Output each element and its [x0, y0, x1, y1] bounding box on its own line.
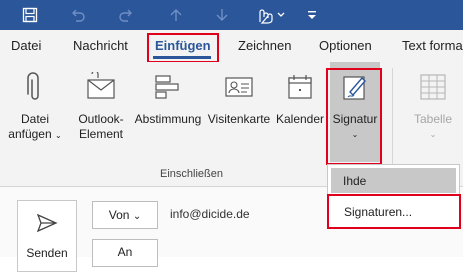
- send-icon: [36, 213, 58, 236]
- table-label: Tabelle ⌄: [404, 112, 462, 142]
- paperclip-icon: [26, 72, 44, 107]
- chevron-down-icon: ⌄: [132, 211, 142, 222]
- from-address: info@dicide.de: [170, 207, 250, 221]
- calendar-label: Kalender: [275, 112, 325, 126]
- calendar-icon: [286, 72, 314, 105]
- from-button[interactable]: Von ⌄: [92, 201, 158, 229]
- table-button[interactable]: Tabelle ⌄: [404, 62, 462, 162]
- signature-highlight-box: [326, 68, 382, 165]
- undo-icon[interactable]: [66, 4, 90, 26]
- attach-file-label-line1: Datei: [20, 112, 49, 126]
- outlook-item-label-line1: Outlook-: [78, 112, 124, 126]
- ribbon-separator: [392, 68, 393, 174]
- einfuegen-highlight-box: [147, 33, 219, 63]
- from-label: Von: [108, 208, 130, 222]
- attach-file-button[interactable]: Datei anfügen ⌄: [8, 62, 62, 162]
- attach-file-label: Datei anfügen ⌄: [8, 112, 62, 143]
- quick-access-toolbar: [0, 0, 463, 30]
- chevron-down-icon: ⌄: [55, 131, 62, 140]
- arrow-up-icon[interactable]: [164, 4, 188, 26]
- arrow-down-icon[interactable]: [210, 4, 234, 26]
- attach-file-label-line2: anfügen ⌄: [8, 127, 62, 143]
- group-label-einschliessen: Einschließen: [160, 168, 223, 180]
- voting-button[interactable]: Abstimmung: [132, 62, 204, 162]
- table-label-text: Tabelle: [413, 112, 453, 126]
- signature-option-ihde[interactable]: Ihde: [331, 168, 456, 193]
- touch-mode-icon[interactable]: [252, 4, 292, 26]
- to-button[interactable]: An: [92, 239, 158, 267]
- customize-toolbar-icon[interactable]: [303, 4, 321, 26]
- send-button[interactable]: Senden: [17, 200, 77, 272]
- signaturen-highlight-box: [327, 194, 461, 229]
- tab-nachricht[interactable]: Nachricht: [73, 38, 128, 53]
- calendar-button[interactable]: Kalender: [274, 62, 326, 162]
- save-icon[interactable]: [18, 4, 42, 26]
- outlook-item-label-line2: Element: [78, 127, 124, 141]
- tab-text-format[interactable]: Text forma: [402, 38, 463, 53]
- voting-label: Abstimmung: [134, 112, 202, 126]
- send-label: Senden: [26, 246, 68, 260]
- ribbon-tabs: Datei Nachricht Einfügen Zeichnen Option…: [0, 30, 463, 63]
- business-card-label: Visitenkarte: [207, 112, 271, 126]
- outlook-item-label: Outlook- Element: [70, 112, 132, 142]
- tab-datei[interactable]: Datei: [11, 38, 41, 53]
- tab-optionen[interactable]: Optionen: [319, 38, 372, 53]
- tab-zeichnen[interactable]: Zeichnen: [238, 38, 291, 53]
- table-grid-icon: [418, 72, 448, 105]
- attach-file-label-text: anfügen: [8, 127, 52, 141]
- signature-option-ihde-label: Ihde: [343, 174, 367, 188]
- envelope-icon: [84, 70, 118, 105]
- chevron-down-icon: ⌄: [429, 130, 437, 139]
- business-card-icon: [224, 72, 254, 105]
- redo-icon[interactable]: [114, 4, 138, 26]
- voting-icon: [153, 72, 183, 105]
- outlook-item-button[interactable]: Outlook- Element: [70, 62, 132, 162]
- business-card-button[interactable]: Visitenkarte: [207, 62, 271, 162]
